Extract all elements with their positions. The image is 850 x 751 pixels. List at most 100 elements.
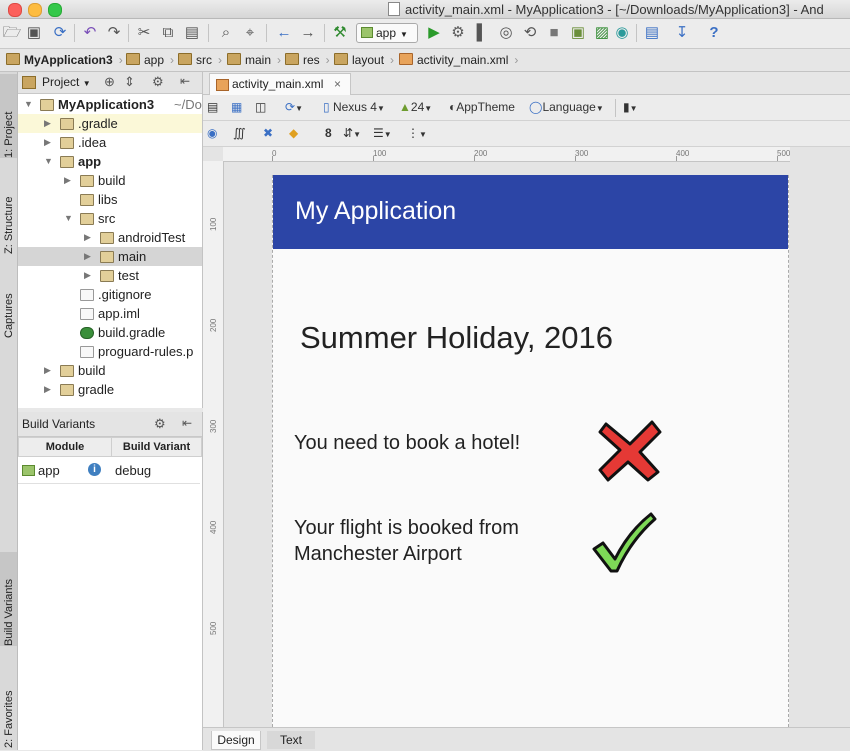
theme-select[interactable]: ◐AppTheme	[449, 98, 515, 117]
tree-item[interactable]: ▶ test	[18, 266, 202, 285]
cross-icon[interactable]	[598, 420, 662, 482]
holiday-heading[interactable]: Summer Holiday, 2016	[300, 320, 613, 356]
tree-item[interactable]: ▶ build	[18, 171, 202, 190]
tree-item[interactable]: app.iml	[18, 304, 202, 323]
sdk-manager-icon[interactable]: ◉	[612, 23, 632, 43]
tree-item[interactable]: ▶ .gradle	[18, 114, 202, 133]
tree-item[interactable]: .gitignore	[18, 285, 202, 304]
close-icon[interactable]: ×	[334, 74, 341, 95]
device-frame-select[interactable]: ▮▼	[623, 98, 638, 117]
api-level-select[interactable]: ▲24▼	[399, 98, 432, 117]
paste-icon[interactable]: ▤	[182, 23, 202, 43]
gear-icon[interactable]: ⚙	[154, 416, 166, 432]
tree-item[interactable]: ▶ .idea	[18, 133, 202, 152]
flight-status-text[interactable]: Your flight is booked from Manchester Ai…	[294, 515, 554, 567]
tree-item[interactable]: ▼ app	[18, 152, 202, 171]
table-row[interactable]: app i debug	[18, 457, 200, 484]
tree-item[interactable]: libs	[18, 190, 202, 209]
captures-tool-tab[interactable]: Captures	[0, 268, 17, 338]
minimize-window-button[interactable]	[28, 3, 42, 17]
project-view-selector[interactable]: Project ▼	[42, 75, 91, 89]
locate-icon[interactable]: ⊕	[104, 74, 115, 90]
tree-item[interactable]: ▶ gradle	[18, 380, 202, 399]
checkmark-icon[interactable]	[591, 511, 657, 573]
breadcrumb-item[interactable]: main ›	[227, 52, 281, 68]
tree-item[interactable]: ▶ androidTest	[18, 228, 202, 247]
collapse-all-icon[interactable]: ⇕	[124, 74, 135, 90]
help-icon[interactable]: ?	[704, 23, 724, 43]
hotel-status-text[interactable]: You need to book a hotel!	[294, 432, 520, 455]
copy-icon[interactable]: ⧉	[158, 23, 178, 43]
open-folder-icon[interactable]: 🗁	[2, 23, 22, 43]
hide-panel-icon[interactable]: ⇤	[182, 416, 192, 430]
breadcrumb-item[interactable]: layout ›	[334, 52, 394, 68]
default-margin-value[interactable]: 8	[325, 124, 332, 143]
collapsed-arrow-icon[interactable]: ▶	[84, 266, 91, 285]
undo-icon[interactable]: ↶	[80, 23, 100, 43]
collapsed-arrow-icon[interactable]: ▶	[84, 247, 91, 266]
tree-item[interactable]: ▼ MyApplication3 ~/Do	[18, 95, 202, 114]
align-icon[interactable]: ☰▼	[373, 124, 392, 143]
design-canvas[interactable]: 0 100 200 300 400 500 100 200 300 400 500 My Appl…	[203, 147, 850, 727]
collapsed-arrow-icon[interactable]: ▶	[44, 380, 51, 399]
collapsed-arrow-icon[interactable]: ▶	[64, 171, 71, 190]
hide-panel-icon[interactable]: ⇤	[180, 74, 190, 88]
favorites-tool-tab[interactable]: 2: Favorites	[0, 662, 17, 748]
save-icon[interactable]: ▣	[24, 23, 44, 43]
download-icon[interactable]: ↧	[672, 23, 692, 43]
profile-icon[interactable]: ◎	[496, 23, 516, 43]
coverage-icon[interactable]: ▌	[472, 23, 492, 43]
expanded-arrow-icon[interactable]: ▼	[44, 152, 53, 171]
column-header-build-variant[interactable]: Build Variant	[111, 437, 202, 457]
sync-icon[interactable]: ⟳	[50, 23, 70, 43]
cut-icon[interactable]: ✂	[134, 23, 154, 43]
column-header-module[interactable]: Module	[18, 437, 112, 457]
breadcrumb-item[interactable]: app ›	[126, 52, 174, 68]
project-structure-icon[interactable]: ▤	[642, 23, 662, 43]
stop-icon[interactable]: ■	[544, 23, 564, 43]
gear-icon[interactable]: ⚙	[152, 74, 164, 90]
clear-constraints-icon[interactable]: ✖	[263, 124, 273, 143]
rerun-icon[interactable]: ⟲	[520, 23, 540, 43]
gradle-sync-icon[interactable]: ▣	[568, 23, 588, 43]
blueprint-view-icon[interactable]: ▦	[231, 98, 242, 117]
tree-item[interactable]: ▶ main	[18, 247, 202, 266]
expanded-arrow-icon[interactable]: ▼	[64, 209, 73, 228]
breadcrumb-item[interactable]: activity_main.xml ›	[399, 52, 518, 68]
device-select[interactable]: ▯ Nexus 4▼	[323, 98, 385, 117]
show-constraints-icon[interactable]: ◉	[207, 124, 217, 143]
build-variants-tool-tab[interactable]: Build Variants	[0, 552, 17, 646]
expanded-arrow-icon[interactable]: ▼	[24, 95, 33, 114]
breadcrumb-item[interactable]: MyApplication3 ›	[6, 52, 123, 68]
make-project-icon[interactable]: ⚒	[330, 23, 350, 43]
tree-item[interactable]: proguard-rules.p	[18, 342, 202, 361]
structure-tool-tab[interactable]: Z: Structure	[0, 168, 17, 254]
orientation-select[interactable]: ⟳▼	[285, 98, 303, 117]
tab-activity-main[interactable]: activity_main.xml ×	[209, 73, 351, 95]
language-select[interactable]: ◯Language▼	[529, 98, 604, 117]
find-icon[interactable]: ⌕	[216, 23, 236, 43]
tab-design[interactable]: Design	[211, 731, 261, 750]
forward-icon[interactable]: →	[298, 23, 318, 43]
run-icon[interactable]: ▶	[424, 23, 444, 43]
replace-icon[interactable]: ⌖	[240, 23, 260, 43]
project-tool-tab[interactable]: 1: Project	[0, 74, 17, 158]
design-view-icon[interactable]: ▤	[207, 98, 218, 117]
avd-manager-icon[interactable]: ▨	[592, 23, 612, 43]
run-configuration-select[interactable]: app ▼	[356, 23, 418, 43]
collapsed-arrow-icon[interactable]: ▶	[44, 114, 51, 133]
autoconnect-icon[interactable]: ∭	[233, 124, 246, 143]
redo-icon[interactable]: ↷	[104, 23, 124, 43]
close-window-button[interactable]	[8, 3, 22, 17]
collapsed-arrow-icon[interactable]: ▶	[44, 133, 51, 152]
tree-item[interactable]: ▼ src	[18, 209, 202, 228]
back-icon[interactable]: ←	[274, 23, 294, 43]
pack-icon[interactable]: ⇵▼	[343, 124, 361, 143]
collapsed-arrow-icon[interactable]: ▶	[84, 228, 91, 247]
debug-icon[interactable]: ⚙	[448, 23, 468, 43]
both-views-icon[interactable]: ◫	[255, 98, 266, 117]
build-variant-select[interactable]: debug	[115, 463, 151, 478]
collapsed-arrow-icon[interactable]: ▶	[44, 361, 51, 380]
tab-text[interactable]: Text	[267, 731, 315, 749]
infer-constraints-icon[interactable]: ◆	[289, 124, 298, 143]
